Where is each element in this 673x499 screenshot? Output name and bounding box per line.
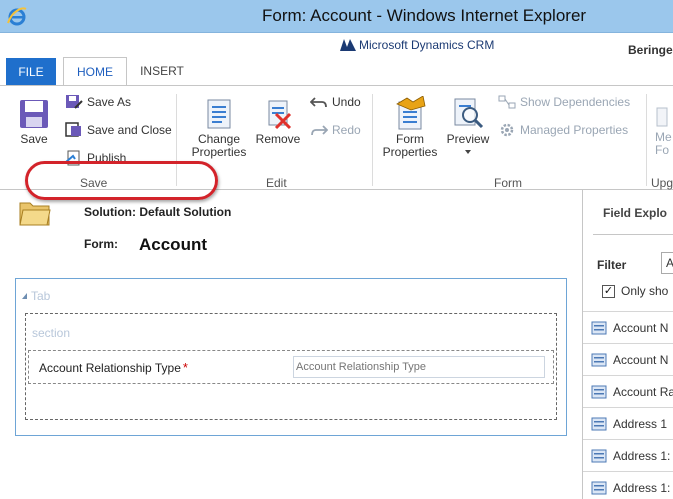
save-button[interactable]: Save [14,98,54,146]
field-icon [591,417,607,430]
form-properties-button[interactable]: Form Properties [378,96,442,159]
managed-properties-label: Managed Properties [520,123,629,137]
only-show-unused-toggle[interactable]: ✓ Only sho [602,284,668,298]
window-title: Form: Account - Windows Internet Explore… [262,6,587,25]
ribbon-group-edit: Edit [266,176,287,190]
remove-label: Remove [255,132,301,146]
floppy-disk-icon [20,100,48,128]
form-section[interactable]: section Account Relationship Type * [25,313,557,420]
ribbon-group-upgrade: Upg [651,176,673,190]
preview-label: Preview [446,132,490,146]
form-label: Form: [84,237,118,251]
only-show-checkbox[interactable]: ✓ [602,284,615,298]
ribbon-separator [646,94,647,186]
gear-icon [500,123,514,137]
form-properties-label-2: Properties [382,145,438,159]
form-properties-icon [396,96,426,130]
save-as-button[interactable]: Save As [65,94,131,110]
required-asterisk: * [182,360,188,375]
tab-insert[interactable]: INSERT [131,57,193,85]
filter-label: Filter [597,258,627,272]
field-list-item-label: Address 1: [613,448,671,463]
change-properties-icon [207,99,231,129]
field-icon [591,385,607,398]
undo-button[interactable]: Undo [310,94,361,110]
save-and-close-label: Save and Close [87,123,172,137]
tab-home[interactable]: HOME [63,57,127,86]
field-list-item[interactable]: Address 1: [583,439,673,471]
solution-name: Solution: Default Solution [84,205,232,219]
save-as-label: Save As [87,95,132,109]
managed-properties-button[interactable]: Managed Properties [498,122,628,138]
redo-button[interactable]: Redo [310,122,361,138]
crm-brand: Microsoft Dynamics CRM [340,38,494,52]
field-label-text: Account Relationship Type [39,361,181,375]
dynamics-logo-icon [340,39,356,51]
field-explorer-title: Field Explo [603,206,668,220]
highlight-annotation [25,161,218,200]
preview-dropdown-icon[interactable] [465,150,471,154]
folder-icon [19,202,51,226]
ribbon-tabs: FILE HOME INSERT [0,57,673,86]
collapse-triangle-icon[interactable] [22,293,27,299]
show-dependencies-label: Show Dependencies [520,95,631,109]
save-and-close-button[interactable]: Save and Close [65,122,172,138]
account-relationship-type-input[interactable] [293,356,545,378]
field-list-item[interactable]: Account N [583,343,673,375]
redo-icon [311,125,328,136]
redo-label: Redo [332,123,361,137]
change-properties-button[interactable]: Change Properties [188,98,250,159]
merge-forms-button[interactable]: Me Fo [655,106,673,157]
preview-button[interactable]: Preview [444,96,492,154]
internet-explorer-icon [7,7,27,26]
field-list-item-label: Address 1 [613,416,668,431]
undo-icon [310,97,327,108]
save-and-close-icon [65,122,81,137]
tab-header[interactable]: Tab [22,289,50,303]
crm-brand-text: Microsoft Dynamics CRM [359,38,495,52]
save-label: Save [20,132,48,146]
field-icon [591,449,607,462]
field-icon [591,481,607,494]
save-as-icon [66,95,83,109]
tab-label: Tab [31,289,51,303]
window-titlebar: Form: Account - Windows Internet Explore… [0,0,673,33]
form-tab[interactable]: Tab section Account Relationship Type * [15,278,567,436]
organization-name[interactable]: Beringe [628,43,673,57]
field-list-item-label: Account Ra [613,384,673,399]
crm-header: Microsoft Dynamics CRM Beringe [0,33,673,60]
merge-forms-icon [656,107,668,127]
filter-select[interactable]: A [661,252,673,274]
account-relationship-type-field[interactable]: Account Relationship Type * [28,350,554,384]
field-list-item-label: Account N [613,352,669,367]
undo-label: Undo [332,95,361,109]
remove-button[interactable]: Remove [254,98,302,146]
field-list-item-label: Address 1: [613,480,671,495]
field-explorer-divider [593,234,673,235]
field-list-item[interactable]: Address 1: [583,471,673,499]
only-show-label: Only sho [621,284,669,298]
field-list-item[interactable]: Account Ra [583,375,673,407]
remove-icon [268,100,292,130]
ribbon-group-form: Form [494,176,522,190]
preview-magnifier-icon [454,98,484,129]
field-icon [591,321,607,334]
field-explorer: Field Explo Filter A ✓ Only sho Account … [582,190,673,499]
merge-forms-label-2: Fo [655,143,670,157]
field-icon [591,353,607,366]
section-label: section [32,326,71,340]
field-list-item[interactable]: Address 1 [583,407,673,439]
field-list-item-label: Account N [613,320,669,335]
show-dependencies-button[interactable]: Show Dependencies [498,94,630,110]
field-label: Account Relationship Type * [39,360,188,375]
form-name: Account [139,235,207,254]
tab-file[interactable]: FILE [6,58,56,85]
change-properties-label-2: Properties [191,145,247,159]
dependencies-icon [498,95,516,109]
ribbon-separator [372,94,373,186]
field-list-item[interactable]: Account N [583,311,673,343]
form-designer: Solution: Default Solution Form: Account… [0,190,582,499]
